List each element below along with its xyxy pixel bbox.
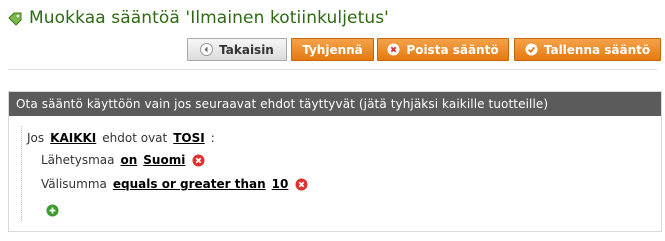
aggregator-select[interactable]: KAIKKI (50, 131, 96, 145)
root-prefix: Jos (27, 131, 45, 145)
remove-condition-icon[interactable] (192, 154, 205, 167)
condition-row: Lähetysmaa on Suomi (41, 153, 205, 167)
save-rule-button[interactable]: Tallenna sääntö (514, 38, 661, 61)
condition-value[interactable]: 10 (272, 177, 289, 191)
condition-attribute: Välisumma (41, 177, 107, 191)
condition-attribute: Lähetysmaa (41, 153, 115, 167)
delete-icon (387, 43, 400, 56)
divider (8, 69, 657, 70)
clear-button[interactable]: Tyhjennä (291, 38, 374, 61)
tag-icon (8, 11, 22, 26)
delete-rule-button[interactable]: Poista sääntö (377, 38, 509, 61)
clear-label: Tyhjennä (302, 42, 363, 57)
page-title: Muokkaa sääntöä 'Ilmainen kotiinkuljetus… (29, 8, 389, 28)
conditions-panel-header: Ota sääntö käyttöön vain jos seuraavat e… (9, 92, 661, 116)
condition-value[interactable]: Suomi (143, 153, 185, 167)
back-button[interactable]: Takaisin (187, 38, 287, 61)
truth-value-select[interactable]: TOSI (173, 131, 205, 145)
root-suffix: : (210, 131, 215, 145)
condition-operator[interactable]: on (120, 153, 137, 167)
back-label: Takaisin (219, 42, 274, 57)
conditions-panel: Ota sääntö käyttöön vain jos seuraavat e… (8, 91, 662, 232)
add-condition-icon[interactable] (46, 202, 59, 217)
back-arrow-icon (200, 43, 214, 56)
root-condition: Jos KAIKKI ehdot ovat TOSI : (27, 131, 215, 145)
save-rule-label: Tallenna sääntö (543, 42, 651, 57)
root-middle: ehdot ovat (102, 131, 168, 145)
condition-operator[interactable]: equals or greater than (113, 177, 266, 191)
title-row: Muokkaa sääntöä 'Ilmainen kotiinkuljetus… (8, 6, 389, 30)
condition-row: Välisumma equals or greater than 10 (41, 177, 308, 191)
remove-condition-icon[interactable] (295, 178, 308, 191)
delete-rule-label: Poista sääntö (406, 42, 499, 57)
condition-tree: Jos KAIKKI ehdot ovat TOSI : Lähetysmaa … (21, 126, 342, 221)
check-icon (525, 43, 538, 56)
